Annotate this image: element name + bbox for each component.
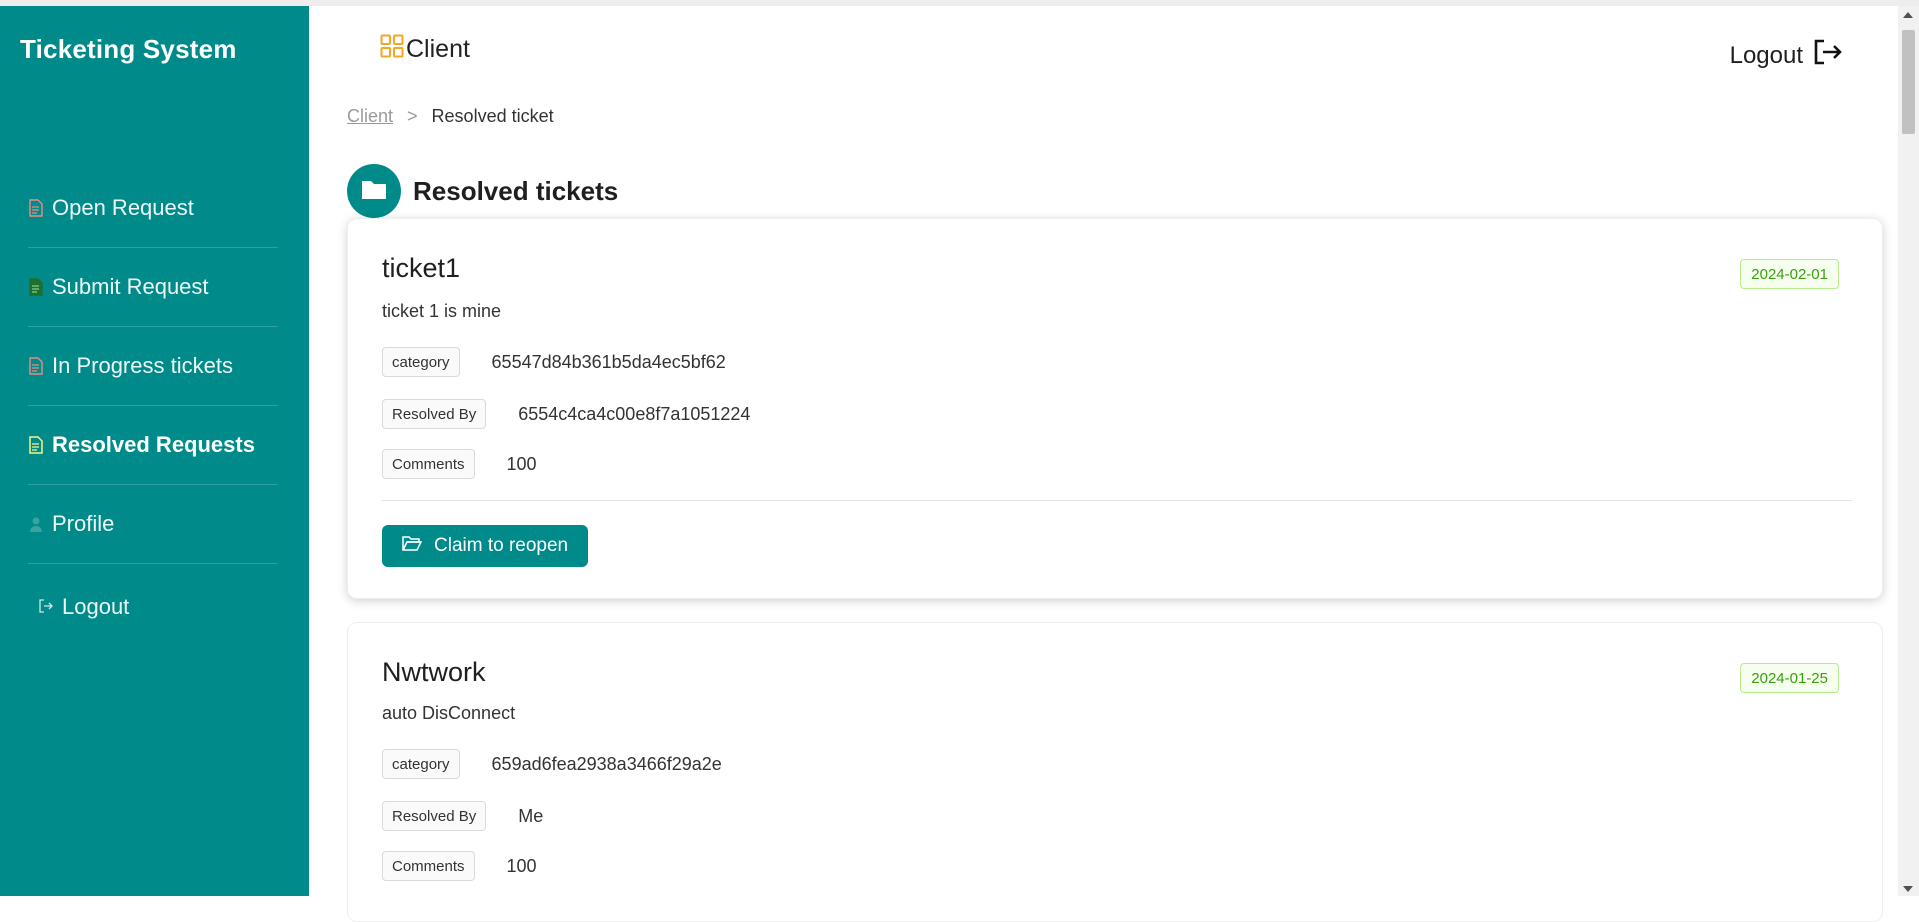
ticket-card: ticket1 2024-02-01 ticket 1 is mine cate…: [347, 218, 1883, 599]
comments-value: 100: [506, 855, 537, 876]
date-badge: 2024-01-25: [1740, 663, 1839, 693]
sidebar-item-submit-request[interactable]: Submit Request: [28, 248, 278, 327]
date-badge: 2024-02-01: [1740, 259, 1839, 289]
sidebar-item-label: In Progress tickets: [52, 353, 233, 378]
sidebar-item-profile[interactable]: Profile: [28, 485, 278, 564]
scroll-up-arrow-icon[interactable]: [1903, 12, 1913, 18]
page-scrollbar[interactable]: [1898, 6, 1919, 896]
claim-to-reopen-button[interactable]: Claim to reopen: [382, 525, 589, 567]
scroll-thumb[interactable]: [1902, 30, 1915, 134]
document-icon: [28, 198, 44, 218]
breadcrumb-separator: >: [407, 106, 418, 126]
resolved-by-tag: Resolved By: [382, 801, 487, 831]
comments-tag: Comments: [382, 851, 475, 881]
sidebar-item-label: Open Request: [52, 195, 194, 220]
title-icon-badge: [347, 164, 401, 218]
sidebar: Ticketing System Open Request Submit Req…: [0, 6, 309, 896]
breadcrumb-current: Resolved ticket: [431, 106, 554, 126]
comments-row: Comments 100: [382, 449, 537, 479]
sidebar-item-label: Profile: [52, 511, 115, 536]
sidebar-logout[interactable]: Logout: [38, 594, 129, 620]
header-logout-button[interactable]: Logout: [1730, 38, 1843, 73]
ticket-title: Nwtwork: [382, 657, 486, 687]
folder-open-icon: [401, 535, 423, 557]
sidebar-logout-label: Logout: [62, 594, 130, 619]
folder-icon: [361, 178, 387, 205]
resolved-by-value: 6554c4ca4c00e8f7a1051224: [518, 403, 751, 424]
header-logout-label: Logout: [1729, 41, 1803, 69]
sidebar-item-in-progress[interactable]: In Progress tickets: [28, 327, 278, 406]
document-icon: [28, 435, 44, 455]
ticket-description: ticket 1 is mine: [382, 301, 502, 321]
resolved-by-row: Resolved By Me: [382, 801, 543, 831]
resolved-by-row: Resolved By 6554c4ca4c00e8f7a1051224: [382, 399, 750, 429]
document-icon: [28, 356, 44, 376]
app-brand: Ticketing System: [20, 34, 237, 64]
sidebar-item-resolved-requests[interactable]: Resolved Requests: [28, 406, 278, 485]
header-role: Client: [380, 34, 470, 65]
category-row: category 65547d84b361b5da4ec5bf62: [382, 347, 726, 377]
breadcrumb: Client > Resolved ticket: [347, 106, 554, 127]
category-value: 65547d84b361b5da4ec5bf62: [491, 351, 726, 372]
logout-icon: [38, 594, 54, 620]
category-tag: category: [382, 347, 460, 377]
scroll-down-arrow-icon[interactable]: [1903, 886, 1913, 892]
sidebar-item-label: Resolved Requests: [52, 432, 255, 457]
document-icon: [28, 277, 44, 297]
sidebar-item-label: Submit Request: [52, 274, 209, 299]
category-value: 659ad6fea2938a3466f29a2e: [491, 753, 722, 774]
breadcrumb-client-link[interactable]: Client: [347, 106, 393, 127]
resolved-by-value: Me: [518, 805, 544, 826]
category-tag: category: [382, 749, 460, 779]
grid-icon: [380, 34, 404, 65]
claim-button-label: Claim to reopen: [434, 535, 569, 556]
logout-icon: [1813, 38, 1843, 73]
header-role-label: Client: [406, 35, 470, 63]
ticket-card: Nwtwork 2024-01-25 auto DisConnect categ…: [347, 622, 1883, 922]
category-row: category 659ad6fea2938a3466f29a2e: [382, 749, 722, 779]
user-icon: [28, 514, 44, 534]
comments-tag: Comments: [382, 449, 475, 479]
ticket-title: ticket1: [382, 253, 461, 283]
resolved-by-tag: Resolved By: [382, 399, 487, 429]
sidebar-nav: Open Request Submit Request In Progress …: [28, 169, 278, 564]
sidebar-item-open-request[interactable]: Open Request: [28, 169, 278, 248]
ticket-description: auto DisConnect: [382, 703, 516, 723]
comments-value: 100: [506, 453, 537, 474]
page-title: Resolved tickets: [347, 164, 618, 218]
comments-row: Comments 100: [382, 851, 537, 881]
page-title-text: Resolved tickets: [413, 175, 619, 206]
card-divider: [382, 500, 1852, 501]
